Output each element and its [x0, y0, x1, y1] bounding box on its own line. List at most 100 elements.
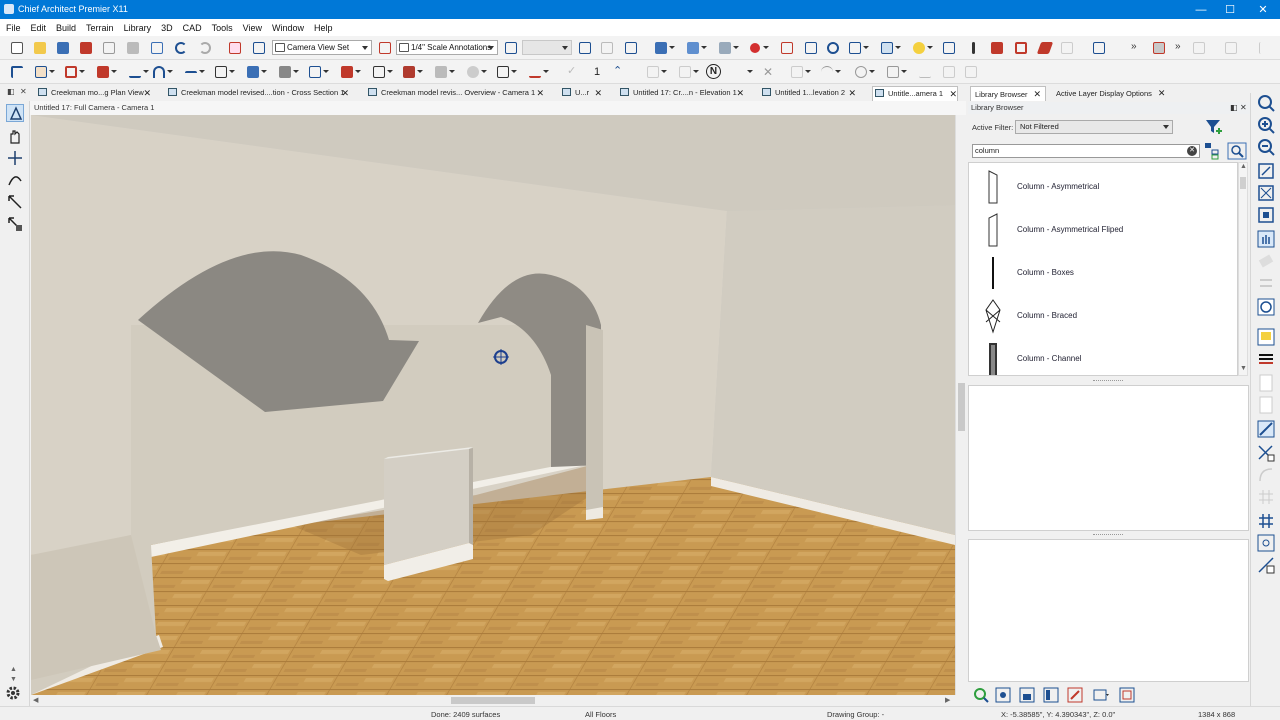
camera-viewport[interactable]	[31, 115, 955, 695]
toolbar-overflow-button-2[interactable]: »	[1172, 39, 1190, 57]
deck-button[interactable]	[400, 63, 423, 81]
copy-button[interactable]	[576, 39, 594, 57]
road-button[interactable]	[494, 63, 517, 81]
panel-splitter[interactable]	[968, 378, 1248, 384]
paste-button[interactable]	[598, 39, 616, 57]
save-button[interactable]	[54, 39, 72, 57]
door-button[interactable]	[244, 63, 267, 81]
cabinet-button[interactable]	[94, 63, 117, 81]
scroll-left-arrow-icon[interactable]: ◀	[33, 696, 38, 704]
select-objects-button[interactable]	[226, 39, 244, 57]
pan-tool[interactable]	[6, 127, 24, 145]
search-icon[interactable]	[1227, 142, 1247, 160]
clear-search-icon[interactable]: ✕	[1187, 146, 1197, 156]
redo-button[interactable]	[196, 39, 214, 57]
render-button[interactable]	[778, 39, 796, 57]
add-to-library-icon[interactable]	[1018, 686, 1036, 704]
dimension-button[interactable]	[126, 63, 149, 81]
framing-button[interactable]	[306, 63, 329, 81]
camera-move-tool[interactable]	[6, 104, 24, 122]
menu-terrain[interactable]: Terrain	[84, 23, 122, 33]
tab-untitled[interactable]: U...r ✕	[562, 86, 602, 101]
panel-splitter[interactable]	[968, 532, 1248, 538]
fill-window-building-button[interactable]	[1256, 205, 1276, 225]
gear-icon[interactable]	[4, 684, 22, 702]
layer-button[interactable]	[1090, 39, 1108, 57]
scroll-up-arrow-icon[interactable]: ▲	[1240, 163, 1247, 170]
edit-library-icon[interactable]	[1066, 686, 1084, 704]
tab-close-icon[interactable]: ✕	[1034, 89, 1042, 99]
export-button[interactable]	[148, 39, 166, 57]
tab-close-icon[interactable]: ✕	[736, 86, 744, 100]
panel-close-icon[interactable]: ✕	[1240, 102, 1247, 114]
layer-button-2[interactable]	[1256, 349, 1276, 369]
tab-elevation-1[interactable]: Untitled 17: Cr....n - Elevation 1 ✕	[620, 86, 744, 101]
arc-button[interactable]	[150, 63, 173, 81]
adjust-material-button[interactable]	[1036, 39, 1054, 57]
house-build-button[interactable]	[370, 63, 393, 81]
tab-close-icon[interactable]: ✕	[949, 87, 957, 101]
grid-snap-button[interactable]	[1256, 511, 1276, 531]
tab-close-icon[interactable]: ✕	[536, 86, 544, 100]
material-button[interactable]	[940, 39, 958, 57]
list-item[interactable]: Column - Braced	[969, 294, 1237, 336]
line-button[interactable]	[182, 63, 205, 81]
cad-edit-button[interactable]	[1256, 443, 1276, 463]
tab-cross-section[interactable]: Creekman model revised....tion - Cross S…	[168, 86, 349, 101]
delete-material-button[interactable]	[1012, 39, 1030, 57]
angle-snap-button[interactable]	[1256, 555, 1276, 575]
zoom-out-button[interactable]	[1256, 137, 1276, 157]
zoom-button[interactable]	[1256, 93, 1276, 113]
select-area-button[interactable]	[32, 63, 55, 81]
scroll-up-arrow-icon[interactable]: ▲	[10, 666, 17, 673]
edit-area-button[interactable]	[716, 39, 739, 57]
scroll-thumb[interactable]	[958, 383, 965, 431]
record-button[interactable]	[746, 39, 769, 57]
home-button[interactable]	[878, 39, 901, 57]
wall-button[interactable]	[62, 63, 85, 81]
stairs-button[interactable]	[212, 63, 235, 81]
tab-close-icon[interactable]: ✕	[341, 86, 349, 100]
paint-button[interactable]	[988, 39, 1006, 57]
library-layer-icon[interactable]	[1118, 686, 1136, 704]
tab-elevation-2[interactable]: Untitled 1...levation 2 ✕	[762, 86, 856, 101]
library-search-input[interactable]: column ✕	[972, 144, 1200, 158]
scroll-down-arrow-icon[interactable]: ▼	[10, 676, 17, 683]
scroll-thumb[interactable]	[1240, 177, 1246, 189]
zoom-in-button[interactable]	[1256, 115, 1276, 135]
library-catalog-icon[interactable]	[1042, 686, 1060, 704]
menu-view[interactable]: View	[241, 23, 270, 33]
library-object-icon[interactable]	[994, 686, 1012, 704]
menu-edit[interactable]: Edit	[29, 23, 55, 33]
menu-window[interactable]: Window	[270, 23, 312, 33]
tab-plan-view[interactable]: Creekman mo...g Plan View ✕	[38, 86, 151, 101]
scroll-right-arrow-icon[interactable]: ▶	[945, 696, 950, 704]
eyedropper-button[interactable]	[964, 39, 982, 57]
find-icon[interactable]	[972, 686, 990, 704]
annotation-set-button[interactable]	[376, 39, 394, 57]
menu-3d[interactable]: 3D	[159, 23, 181, 33]
close-button[interactable]: ✕	[1246, 0, 1280, 19]
print-button[interactable]	[124, 39, 142, 57]
layer-set-button[interactable]	[1256, 327, 1276, 347]
list-item[interactable]: Column - Asymmetrical	[969, 165, 1237, 207]
cad-line-button[interactable]	[1256, 419, 1276, 439]
camera-button[interactable]	[652, 39, 675, 57]
close-all-icon[interactable]: ✕	[20, 87, 27, 96]
window-button[interactable]	[276, 63, 299, 81]
tree-view-icon[interactable]	[1204, 142, 1220, 160]
tab-camera-1[interactable]: Untitle...amera 1 ✕	[872, 86, 958, 101]
undo-zoom-button[interactable]	[1256, 161, 1276, 181]
pin-icon[interactable]: ◧	[7, 87, 15, 96]
checked-button[interactable]	[250, 39, 268, 57]
rotate-tool[interactable]	[6, 149, 24, 167]
save-as-button[interactable]	[77, 39, 95, 57]
refresh-button[interactable]	[1256, 297, 1276, 317]
select-tool-button[interactable]	[8, 63, 26, 81]
menu-help[interactable]: Help	[312, 23, 341, 33]
maximize-button[interactable]: ☐	[1213, 0, 1247, 19]
tool-button-1[interactable]	[622, 39, 640, 57]
list-item[interactable]: Column - Boxes	[969, 251, 1237, 293]
elevation-button[interactable]	[846, 39, 869, 57]
toolbar-overflow-button[interactable]: »	[1128, 39, 1146, 57]
